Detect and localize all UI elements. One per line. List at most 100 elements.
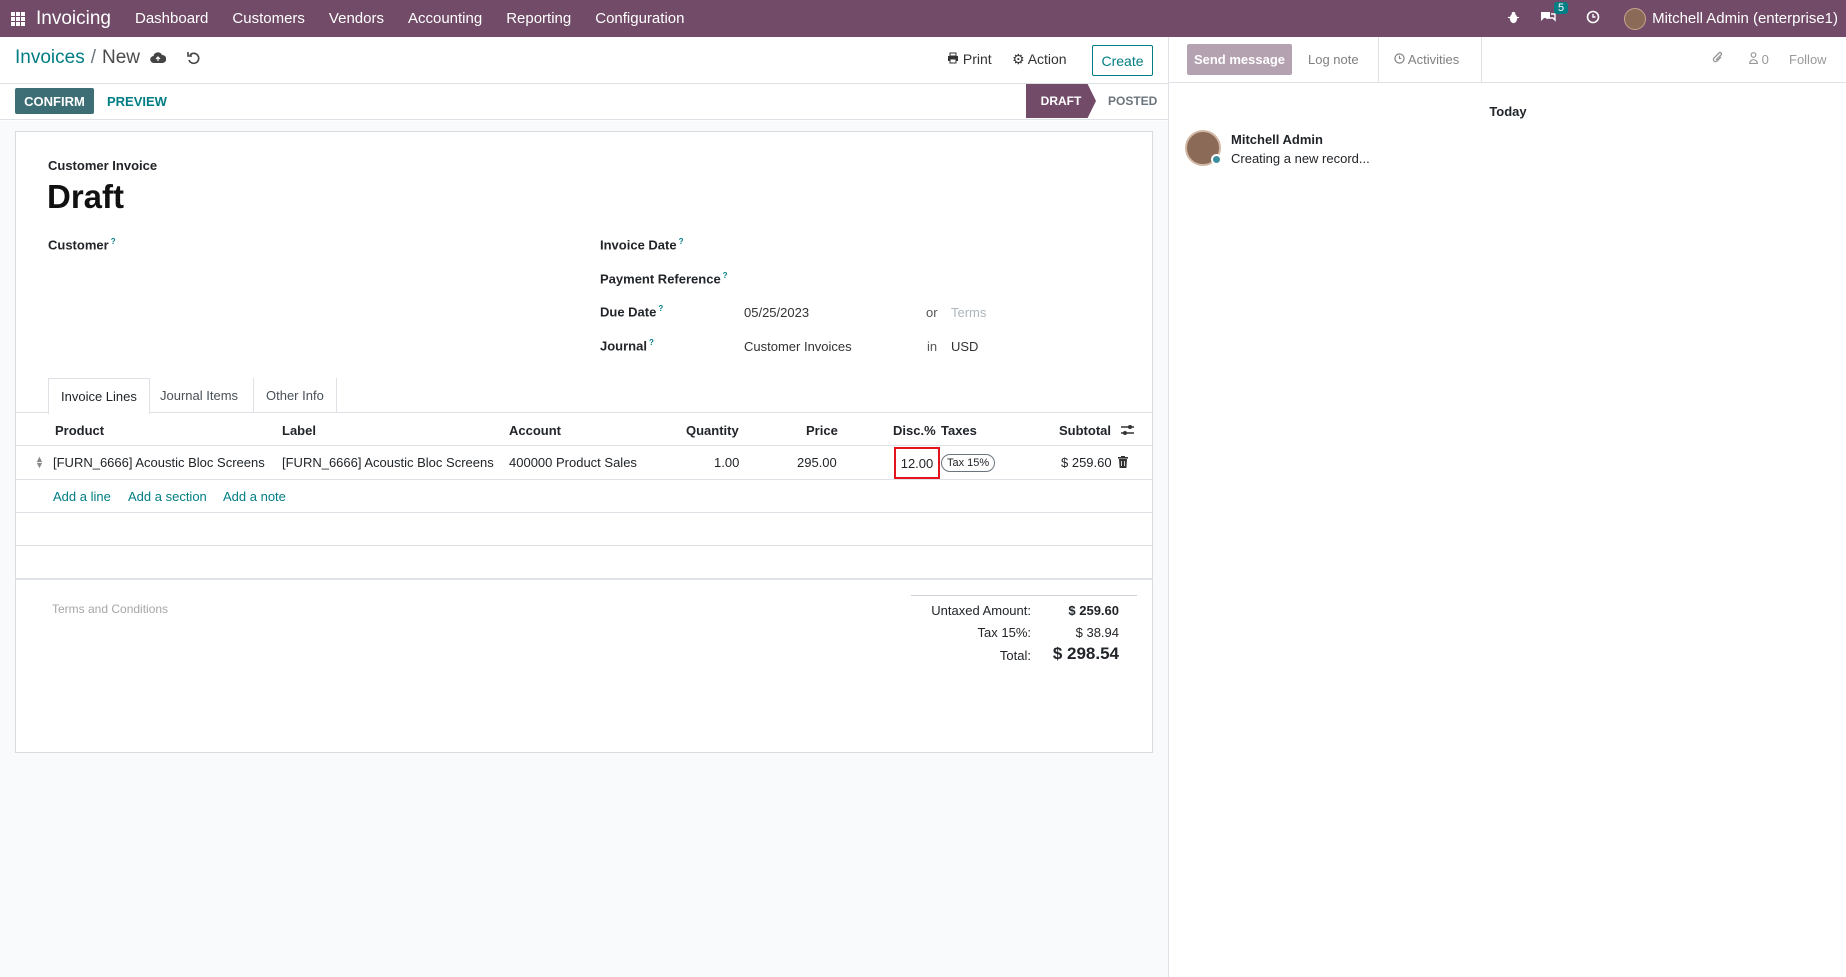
top-navbar: Invoicing Dashboard Customers Vendors Ac…: [0, 0, 1846, 37]
user-avatar[interactable]: [1624, 7, 1647, 30]
preview-button[interactable]: PREVIEW: [107, 94, 167, 109]
col-subtotal[interactable]: Subtotal: [1059, 423, 1111, 438]
document-type-label: Customer Invoice: [48, 158, 158, 173]
add-section-link[interactable]: Add a section: [128, 489, 207, 504]
printer-icon: [947, 51, 963, 67]
divider: [1378, 37, 1379, 83]
date-separator: Today: [1489, 104, 1527, 119]
online-status-icon: [1211, 154, 1222, 165]
help-icon[interactable]: ?: [658, 304, 663, 313]
breadcrumb-invoices[interactable]: Invoices: [15, 47, 85, 68]
notebook-tabs: Invoice Lines Journal Items Other Info: [15, 378, 1153, 414]
col-taxes[interactable]: Taxes: [941, 423, 977, 438]
menu-configuration[interactable]: Configuration: [595, 10, 684, 27]
followers-button[interactable]: 0: [1749, 52, 1769, 67]
help-icon[interactable]: ?: [723, 271, 728, 280]
customer-label: Customer?: [48, 237, 116, 253]
stage-draft[interactable]: DRAFT: [1026, 84, 1096, 118]
invoice-lines-header: Product Label Account Quantity Price Dis…: [15, 414, 1153, 446]
payment-terms-field[interactable]: Terms: [951, 305, 986, 320]
tax-label: Tax 15%:: [977, 625, 1031, 640]
terms-conditions-field[interactable]: Terms and Conditions: [52, 602, 168, 616]
tab-other-info[interactable]: Other Info: [253, 378, 337, 413]
totals-divider: [911, 595, 1137, 596]
due-date-field[interactable]: 05/25/2023: [744, 305, 809, 320]
stage-posted[interactable]: POSTED: [1108, 94, 1157, 108]
messages-count-badge: 5: [1553, 2, 1569, 14]
menu-vendors[interactable]: Vendors: [329, 10, 384, 27]
activity-clock-icon[interactable]: [1586, 10, 1600, 27]
cell-quantity[interactable]: 1.00: [714, 455, 739, 470]
tab-invoice-lines[interactable]: Invoice Lines: [48, 378, 150, 414]
save-cloud-icon[interactable]: [150, 51, 167, 68]
print-button[interactable]: Print: [947, 51, 992, 67]
or-text: or: [926, 305, 938, 320]
drag-handle-icon[interactable]: ▲ ▼: [35, 455, 44, 470]
tax-tag[interactable]: Tax 15%: [941, 454, 996, 472]
col-product[interactable]: Product: [55, 423, 104, 438]
journal-label: Journal?: [600, 338, 654, 354]
apps-menu-icon[interactable]: [11, 11, 25, 26]
add-line-link[interactable]: Add a line: [53, 489, 111, 504]
chatter-panel: Send message Log note Activities 0 Follo…: [1168, 37, 1846, 977]
cell-product[interactable]: [FURN_6666] Acoustic Bloc Screens: [53, 455, 265, 470]
due-date-label: Due Date?: [600, 304, 664, 320]
col-price[interactable]: Price: [806, 423, 838, 438]
menu-customers[interactable]: Customers: [232, 10, 305, 27]
col-label[interactable]: Label: [282, 423, 316, 438]
cell-price[interactable]: 295.00: [797, 455, 837, 470]
log-note-button[interactable]: Log note: [1308, 52, 1359, 67]
total-label: Total:: [999, 648, 1031, 663]
col-account[interactable]: Account: [509, 423, 561, 438]
cell-account[interactable]: 400000 Product Sales: [509, 455, 637, 470]
user-icon: [1749, 52, 1762, 67]
invoice-date-label: Invoice Date?: [600, 237, 684, 253]
breadcrumb-current: New: [101, 47, 140, 68]
tax-value: $ 38.94: [1075, 625, 1119, 640]
discount-input[interactable]: 12.00: [894, 447, 940, 479]
discard-undo-icon[interactable]: [187, 51, 201, 69]
help-icon[interactable]: ?: [649, 338, 654, 347]
tab-journal-items[interactable]: Journal Items: [148, 378, 250, 413]
payment-reference-label: Payment Reference?: [600, 271, 728, 287]
follow-button[interactable]: Follow: [1789, 52, 1827, 67]
help-icon[interactable]: ?: [679, 237, 684, 246]
currency-field[interactable]: USD: [951, 339, 978, 354]
in-text: in: [927, 339, 938, 354]
menu-accounting[interactable]: Accounting: [408, 10, 482, 27]
menu-reporting[interactable]: Reporting: [506, 10, 571, 27]
message-body: Creating a new record...: [1231, 151, 1370, 166]
action-button[interactable]: ⚙ Action: [1012, 51, 1067, 68]
confirm-button[interactable]: CONFIRM: [15, 88, 94, 114]
chatter-topbar: Send message Log note Activities 0 Follo…: [1169, 37, 1846, 83]
column-settings-icon[interactable]: [1120, 423, 1135, 440]
create-button[interactable]: Create: [1092, 45, 1153, 76]
col-discount[interactable]: Disc.%: [893, 423, 936, 438]
add-line-row: Add a line Add a section Add a note: [15, 480, 1153, 513]
journal-field[interactable]: Customer Invoices: [744, 339, 852, 354]
col-quantity[interactable]: Quantity: [686, 423, 739, 438]
divider: [15, 578, 1153, 580]
empty-row: [15, 546, 1153, 579]
breadcrumb: Invoices / New: [15, 47, 140, 68]
cell-subtotal: $ 259.60: [1061, 455, 1112, 470]
bug-icon[interactable]: [1507, 11, 1520, 27]
status-bar: CONFIRM PREVIEW DRAFT POSTED: [0, 84, 1168, 120]
record-title: Draft: [47, 178, 125, 215]
menu-dashboard[interactable]: Dashboard: [135, 10, 208, 27]
messages-icon[interactable]: 5: [1540, 2, 1569, 27]
empty-row: [15, 513, 1153, 546]
control-panel: Invoices / New Print ⚙ Action Create: [0, 37, 1168, 84]
cell-label[interactable]: [FURN_6666] Acoustic Bloc Screens: [282, 455, 494, 470]
send-message-button[interactable]: Send message: [1187, 44, 1292, 75]
clock-icon: [1394, 52, 1408, 67]
trash-icon[interactable]: [1118, 455, 1128, 468]
app-name[interactable]: Invoicing: [36, 8, 111, 30]
user-menu[interactable]: Mitchell Admin (enterprise1): [1652, 10, 1838, 27]
add-note-link[interactable]: Add a note: [223, 489, 286, 504]
untaxed-amount-value: $ 259.60: [1068, 603, 1119, 618]
help-icon[interactable]: ?: [111, 237, 116, 246]
activities-button[interactable]: Activities: [1394, 52, 1459, 67]
paperclip-icon[interactable]: [1712, 51, 1724, 68]
message-author[interactable]: Mitchell Admin: [1231, 132, 1323, 147]
